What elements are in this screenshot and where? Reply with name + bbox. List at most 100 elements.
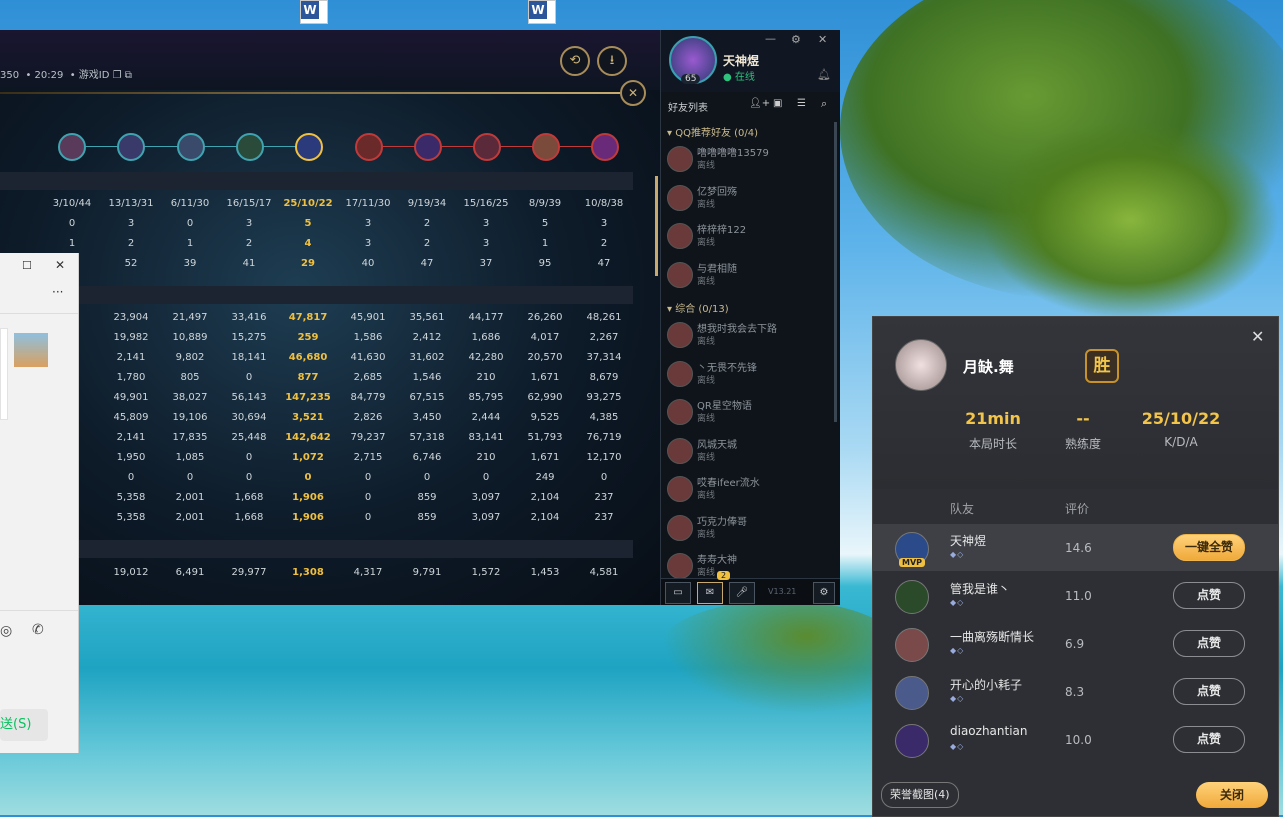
contact-avatar[interactable] <box>14 333 48 367</box>
maximize-icon[interactable]: ☐ <box>22 259 32 272</box>
group-qq-recommended[interactable]: ▾ QQ推荐好友 (0/4) <box>667 124 758 139</box>
friend-item[interactable]: QR星空物语 离线 <box>667 395 827 433</box>
honor-screenshot-button[interactable]: 荣誉截图(4) <box>881 782 959 808</box>
replay-icon[interactable]: ⟲ <box>560 46 590 76</box>
download-icon[interactable]: ⭳ <box>597 46 627 76</box>
phone-icon[interactable]: ✆ <box>32 622 44 638</box>
more-icon[interactable]: ··· <box>52 285 63 299</box>
gear-icon[interactable]: ⚙ <box>791 33 801 46</box>
scroll-thumb[interactable] <box>655 176 658 276</box>
champion-avatar[interactable] <box>177 133 205 161</box>
stat-cell: 1,072 <box>292 452 324 463</box>
friend-avatar <box>667 146 693 172</box>
group-general[interactable]: ▾ 综合 (0/13) <box>667 300 729 315</box>
stat-cell: 2,267 <box>589 332 619 343</box>
champion-avatar[interactable] <box>58 133 86 161</box>
word-file-icon[interactable]: W <box>300 0 328 24</box>
close-button[interactable]: 关闭 <box>1196 782 1268 808</box>
stat-cell: 3 <box>245 218 253 229</box>
friend-item[interactable]: 噜噜噜噜13579 离线 <box>667 142 827 180</box>
like-button[interactable]: 点赞 <box>1173 630 1245 657</box>
group-label: QQ推荐好友 (0/4) <box>675 128 759 139</box>
emoji-icon[interactable]: ◎ <box>0 623 12 639</box>
table-row: 71,9501,08501,0722,7156,7462101,67112,17… <box>0 452 633 472</box>
friend-item[interactable]: 与君相随 离线 <box>667 258 827 296</box>
stat-cell: 2,444 <box>471 412 501 423</box>
stat-cell: 147,235 <box>285 392 331 403</box>
friend-avatar <box>667 437 693 464</box>
copy-icon[interactable]: ❐ <box>113 70 122 81</box>
stat-cell: 0 <box>245 472 253 483</box>
stat-cell: 19,106 <box>172 412 208 423</box>
stat-cell: 35,561 <box>409 312 445 323</box>
table-row: 3/10/44 13/13/31 6/11/30 16/15/17 25/10/22 17… <box>0 198 633 218</box>
close-icon[interactable]: ✕ <box>55 258 65 272</box>
friend-name: 寿寿大神 <box>697 555 737 566</box>
stat-cell: 19,982 <box>113 332 149 343</box>
send-button[interactable]: 送(S) <box>0 709 48 741</box>
champion-avatar[interactable] <box>236 133 264 161</box>
teammate-score: 6.9 <box>1065 637 1085 651</box>
stat-cell: 9,525 <box>530 412 560 423</box>
like-all-button[interactable]: 一键全赞 <box>1173 534 1245 561</box>
close-icon[interactable]: ✕ <box>620 80 646 106</box>
champion-avatar[interactable] <box>414 133 442 161</box>
chat-icon[interactable]: ▭ <box>665 582 691 604</box>
friend-item[interactable]: 梓梓梓122 离线 <box>667 219 827 257</box>
list-icon[interactable]: ☰ <box>797 98 806 109</box>
friend-name: 想我时我会去下路 <box>697 324 777 335</box>
stat-cell: 95 <box>538 258 552 269</box>
close-icon[interactable]: ✕ <box>818 33 827 46</box>
like-button[interactable]: 点赞 <box>1173 726 1245 753</box>
stat-cell: 1,453 <box>530 567 560 578</box>
settings-icon[interactable]: ⚙ <box>813 582 835 604</box>
mail-icon[interactable]: ✉ <box>697 582 723 604</box>
scrollbar[interactable] <box>834 122 837 422</box>
teammate-row: 开心的小耗子 ◆◇ 8.3 点赞 <box>873 668 1278 715</box>
stat-cell: 0 <box>364 512 372 523</box>
teammate-avatar[interactable] <box>895 724 929 758</box>
teammate-avatar[interactable] <box>895 676 929 710</box>
champion-avatar[interactable] <box>473 133 501 161</box>
minimize-icon[interactable]: — <box>765 32 776 45</box>
word-file-icon[interactable]: W <box>528 0 556 24</box>
stat-cell: 1,308 <box>292 567 324 578</box>
search-icon[interactable]: ⌕ <box>821 97 827 111</box>
friend-item[interactable]: 巧克力俸哥 离线 <box>667 511 827 549</box>
friend-item[interactable]: 丶无畏不先锋 离线 <box>667 357 827 395</box>
stat-cell: 13/13/31 <box>108 198 154 209</box>
mic-icon[interactable]: 🎤︎ <box>729 582 755 604</box>
table-row: 545,80919,10630,6943,5212,8263,4502,4449… <box>0 412 633 432</box>
mvp-badge: MVP <box>899 558 926 567</box>
stat-cell: 8,679 <box>589 372 619 383</box>
stat-cell: 2 <box>423 238 431 249</box>
close-icon[interactable]: ✕ <box>1251 327 1264 346</box>
add-friend-icon[interactable]: 👤︎+ <box>749 98 770 109</box>
share-icon[interactable]: ⧉ <box>125 70 132 81</box>
friend-item[interactable]: 风城天城 离线 <box>667 434 827 472</box>
bell-icon[interactable]: 🔔︎ <box>817 68 831 81</box>
player-avatar[interactable] <box>895 339 947 391</box>
divider <box>0 313 78 314</box>
stat-cell: 31,602 <box>409 352 445 363</box>
like-button[interactable]: 点赞 <box>1173 582 1245 609</box>
teammate-avatar[interactable] <box>895 628 929 662</box>
notification-badge: 2 <box>717 571 731 580</box>
version-label: V13.21 <box>768 587 797 596</box>
champion-avatar[interactable] <box>355 133 383 161</box>
champion-avatar-self[interactable] <box>295 133 323 161</box>
table-row: 42,1419,80218,14146,68041,63031,60242,28… <box>0 352 633 372</box>
stat-cell: 5 <box>541 218 549 229</box>
champion-avatar[interactable] <box>532 133 560 161</box>
stat-cell: 39 <box>183 258 197 269</box>
like-button[interactable]: 点赞 <box>1173 678 1245 705</box>
friend-item[interactable]: 亿梦回殇 离线 <box>667 181 827 219</box>
folder-icon[interactable]: ▣ <box>773 98 782 109</box>
table-row: 422,14117,83525,448142,64279,23757,31883… <box>0 432 633 452</box>
friend-item[interactable]: 想我时我会去下路 离线 <box>667 318 827 356</box>
teammate-avatar[interactable] <box>895 580 929 614</box>
champion-avatar[interactable] <box>591 133 619 161</box>
champion-avatar[interactable] <box>117 133 145 161</box>
stat-cell: 52 <box>124 258 138 269</box>
friend-item[interactable]: 哎春ifeer流水 离线 <box>667 472 827 510</box>
